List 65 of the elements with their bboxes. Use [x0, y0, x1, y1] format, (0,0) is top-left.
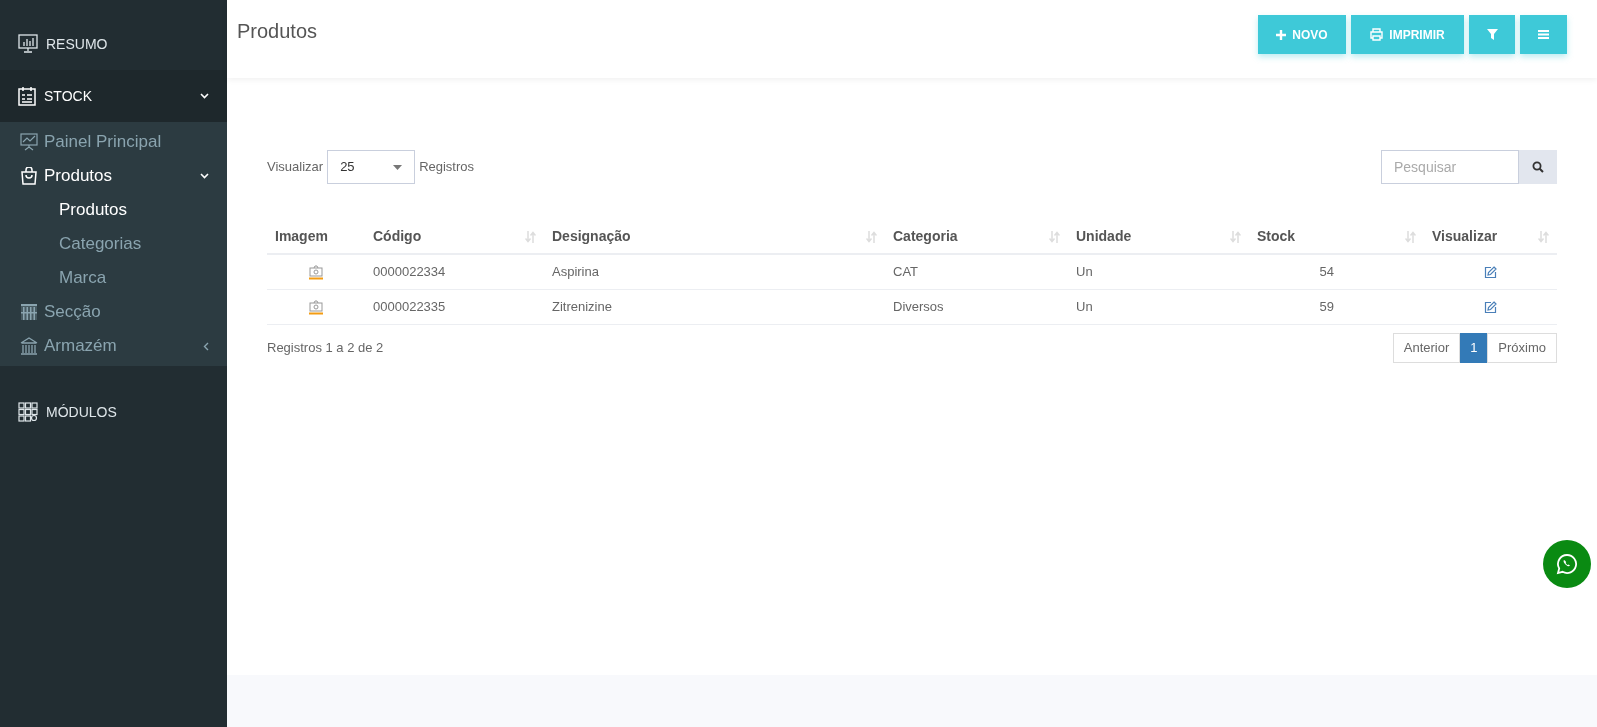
chat-icon	[1556, 553, 1578, 575]
sort-icon	[1538, 230, 1549, 243]
column-header[interactable]: Código	[373, 226, 422, 247]
page-button[interactable]: 1	[1460, 332, 1488, 363]
chevron-left-icon	[203, 341, 209, 351]
menu-item[interactable]: Secção	[0, 295, 227, 329]
search-field[interactable]: Pesquisar	[1381, 150, 1519, 184]
column-header[interactable]: Designação	[552, 226, 631, 247]
shelves-icon	[20, 303, 38, 321]
menu-item[interactable]: Produtos	[0, 159, 227, 193]
print-icon	[1370, 28, 1384, 41]
chevron-down-icon	[200, 173, 209, 179]
sort-icon	[1049, 230, 1060, 243]
sort-icon	[1230, 230, 1241, 243]
length-label: Registros	[419, 158, 475, 177]
plus-icon	[1276, 29, 1287, 40]
next-page-button[interactable]: Próximo	[1487, 332, 1557, 363]
product-name: Aspirina	[552, 264, 599, 279]
edit-icon[interactable]	[1484, 266, 1497, 280]
submenu-item[interactable]: Categorias	[0, 227, 227, 261]
grid-icon	[18, 402, 38, 422]
shopping-bag-icon	[20, 167, 38, 185]
sidebar-section[interactable]: RESUMO	[0, 18, 227, 70]
product-category: Diversos	[893, 298, 944, 314]
presentation-icon	[20, 133, 38, 151]
filter-icon	[1486, 29, 1498, 40]
product-unit: Un	[1076, 298, 1093, 314]
product-name: Zitrenizine	[552, 298, 612, 314]
product-category: CAT	[893, 264, 919, 279]
page-title: Produtos	[237, 19, 318, 44]
previous-page-button[interactable]: Anterior	[1392, 332, 1461, 363]
image-placeholder-icon	[309, 299, 323, 315]
menu-icon	[1538, 30, 1549, 39]
whatsapp-button[interactable]	[1543, 540, 1591, 588]
page-length-select[interactable]: 25	[327, 150, 416, 184]
submenu-item[interactable]: Marca	[0, 261, 227, 295]
stock-value: 54	[1319, 264, 1334, 279]
sort-icon	[1405, 230, 1416, 243]
edit-icon[interactable]	[1484, 300, 1497, 314]
stock-value: 59	[1319, 298, 1334, 314]
records-info: Registros 1 a 2 de 2	[267, 338, 384, 357]
submenu-item[interactable]: Produtos	[0, 193, 227, 227]
column-header[interactable]: Unidade	[1076, 226, 1132, 247]
length-label: Visualizar	[267, 158, 324, 177]
image-placeholder-icon	[309, 265, 323, 281]
product-code: 0000022335	[373, 298, 446, 314]
column-header[interactable]: Stock	[1257, 226, 1296, 247]
sort-icon	[525, 230, 536, 243]
product-code: 0000022334	[373, 264, 446, 279]
caret-icon	[393, 164, 403, 170]
chevron-down-icon	[200, 93, 209, 99]
building-icon	[20, 337, 38, 355]
search-button[interactable]	[1519, 150, 1557, 184]
menu-item[interactable]: Armazém	[0, 329, 227, 363]
monitor-chart-icon	[18, 34, 38, 54]
menu-item[interactable]: Painel Principal	[0, 125, 227, 159]
search-icon	[1532, 161, 1544, 173]
column-header[interactable]: Visualizar	[1432, 226, 1498, 247]
sort-icon	[866, 230, 877, 243]
calendar-list-icon	[18, 86, 36, 106]
column-header[interactable]: Imagem	[275, 226, 328, 247]
sidebar-section[interactable]: STOCK	[0, 70, 227, 122]
product-unit: Un	[1076, 264, 1093, 279]
sidebar-section[interactable]: MÓDULOS	[0, 386, 227, 438]
column-header[interactable]: Categoria	[893, 226, 958, 247]
